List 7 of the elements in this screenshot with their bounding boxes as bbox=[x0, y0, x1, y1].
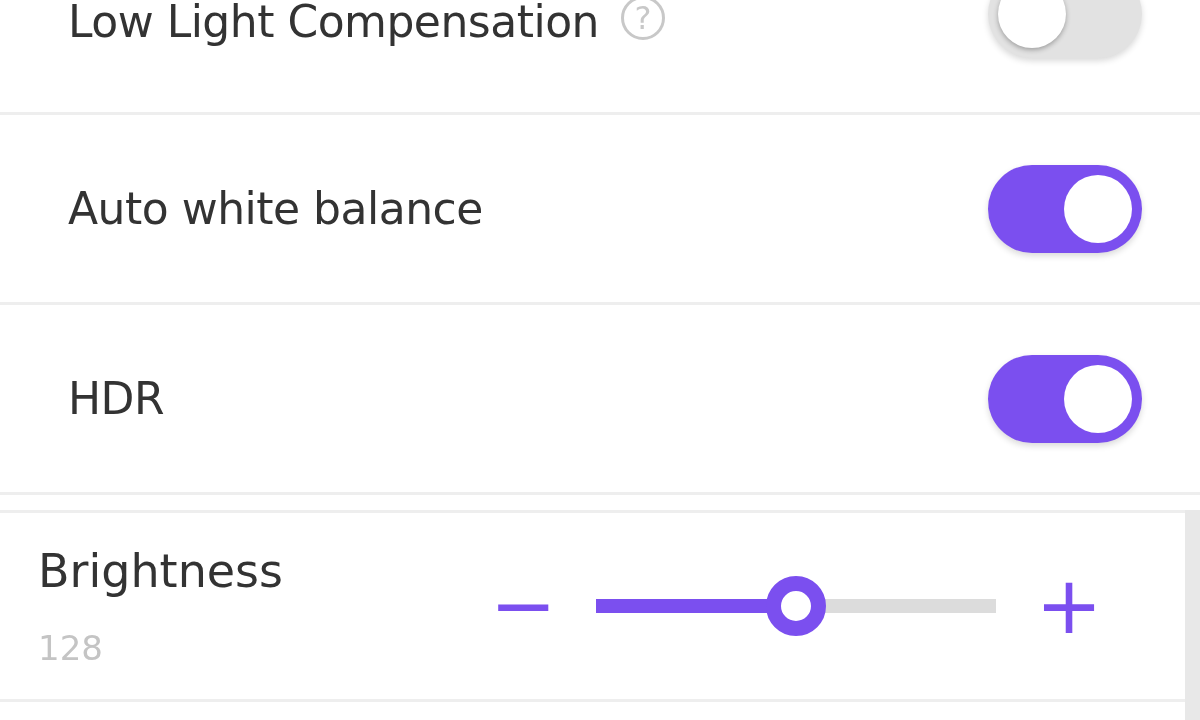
setting-label: HDR bbox=[68, 373, 165, 424]
setting-label: Low Light Compensation bbox=[68, 0, 599, 47]
slider-value: 128 bbox=[38, 628, 104, 668]
decrease-button[interactable]: − bbox=[488, 566, 558, 646]
increase-button[interactable]: + bbox=[1034, 566, 1104, 646]
setting-label: Auto white balance bbox=[68, 183, 483, 234]
slider-label: Brightness bbox=[38, 544, 285, 598]
